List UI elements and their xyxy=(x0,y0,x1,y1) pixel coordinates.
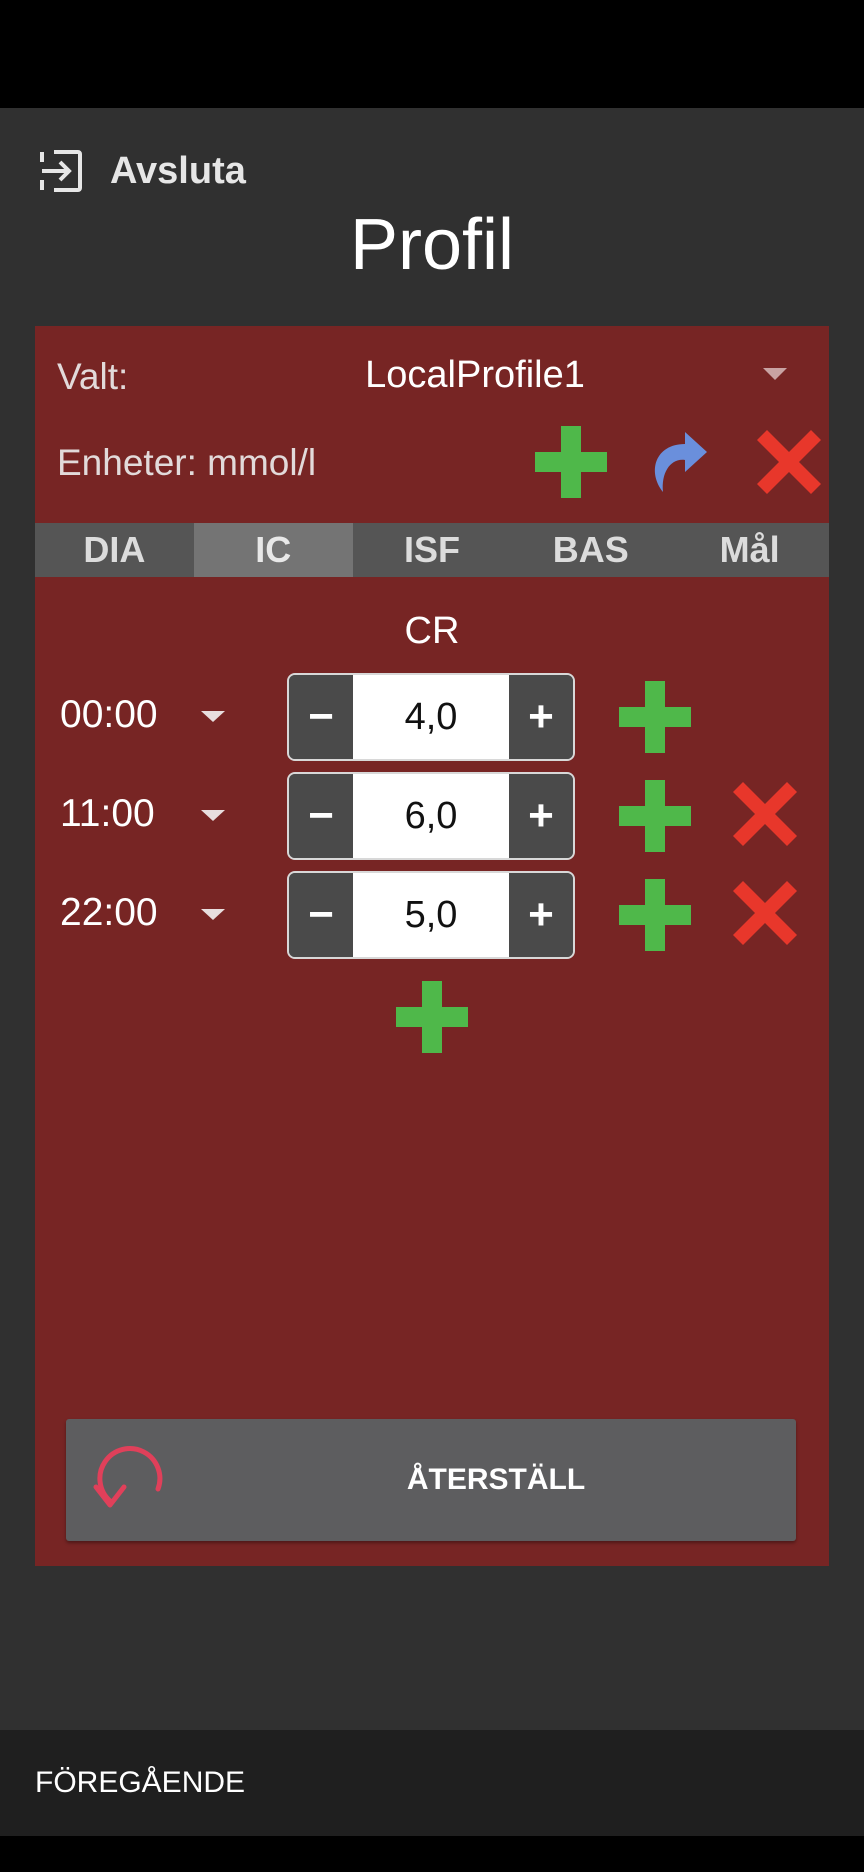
reset-label: ÅTERSTÄLL xyxy=(406,1463,586,1496)
value-input[interactable]: 4,0 xyxy=(353,675,509,759)
decrement-button[interactable]: − xyxy=(289,873,353,957)
add-row-end-button[interactable] xyxy=(396,981,468,1053)
dropdown-caret-icon[interactable] xyxy=(201,810,225,821)
decrement-button[interactable]: − xyxy=(289,774,353,858)
previous-button[interactable]: FÖREGÅENDE xyxy=(35,1730,245,1836)
tab-target[interactable]: Mål xyxy=(670,523,829,577)
status-bar xyxy=(0,0,864,108)
tab-bas[interactable]: BAS xyxy=(511,523,670,577)
delete-profile-button[interactable] xyxy=(757,430,821,494)
delete-row-button[interactable] xyxy=(733,881,797,945)
units-label: Enheter: mmol/l xyxy=(57,442,317,483)
profile-panel: Valt: LocalProfile1 Enheter: mmol/l DIA … xyxy=(35,326,829,1566)
value-input[interactable]: 5,0 xyxy=(353,873,509,957)
dropdown-caret-icon[interactable] xyxy=(763,368,787,380)
tab-isf[interactable]: ISF xyxy=(353,523,512,577)
value-stepper: − 4,0 + xyxy=(287,673,575,761)
exit-icon xyxy=(40,150,82,192)
ic-row: 00:00 − 4,0 + xyxy=(35,673,829,761)
delete-row-button[interactable] xyxy=(733,782,797,846)
value-stepper: − 5,0 + xyxy=(287,871,575,959)
dropdown-caret-icon[interactable] xyxy=(201,909,225,920)
value-input[interactable]: 6,0 xyxy=(353,774,509,858)
add-row-button[interactable] xyxy=(619,879,691,951)
exit-label: Avsluta xyxy=(110,149,246,192)
time-dropdown[interactable]: 22:00 xyxy=(60,891,158,935)
add-row-button[interactable] xyxy=(619,780,691,852)
clone-profile-button[interactable] xyxy=(645,432,711,494)
profile-dropdown[interactable]: LocalProfile1 xyxy=(235,354,715,397)
ic-row: 11:00 − 6,0 + xyxy=(35,772,829,860)
navigation-bar xyxy=(0,1836,864,1872)
selected-profile-label: Valt: xyxy=(57,356,129,397)
time-dropdown[interactable]: 11:00 xyxy=(60,792,155,836)
add-profile-button[interactable] xyxy=(535,426,607,498)
decrement-button[interactable]: − xyxy=(289,675,353,759)
exit-button[interactable]: Avsluta xyxy=(38,146,246,196)
value-stepper: − 6,0 + xyxy=(287,772,575,860)
add-row-button[interactable] xyxy=(619,681,691,753)
tab-ic[interactable]: IC xyxy=(193,523,353,577)
ic-row: 22:00 − 5,0 + xyxy=(35,871,829,959)
bottom-bar: FÖREGÅENDE xyxy=(0,1730,864,1836)
increment-button[interactable]: + xyxy=(509,774,573,858)
increment-button[interactable]: + xyxy=(509,873,573,957)
reset-button[interactable]: ÅTERSTÄLL xyxy=(66,1419,796,1541)
increment-button[interactable]: + xyxy=(509,675,573,759)
time-dropdown[interactable]: 00:00 xyxy=(60,693,158,737)
page-title: Profil xyxy=(349,205,515,285)
cr-title: CR xyxy=(404,610,460,652)
tab-dia[interactable]: DIA xyxy=(35,523,194,577)
profile-tabs: DIA IC ISF BAS Mål xyxy=(35,523,829,577)
dropdown-caret-icon[interactable] xyxy=(201,711,225,722)
